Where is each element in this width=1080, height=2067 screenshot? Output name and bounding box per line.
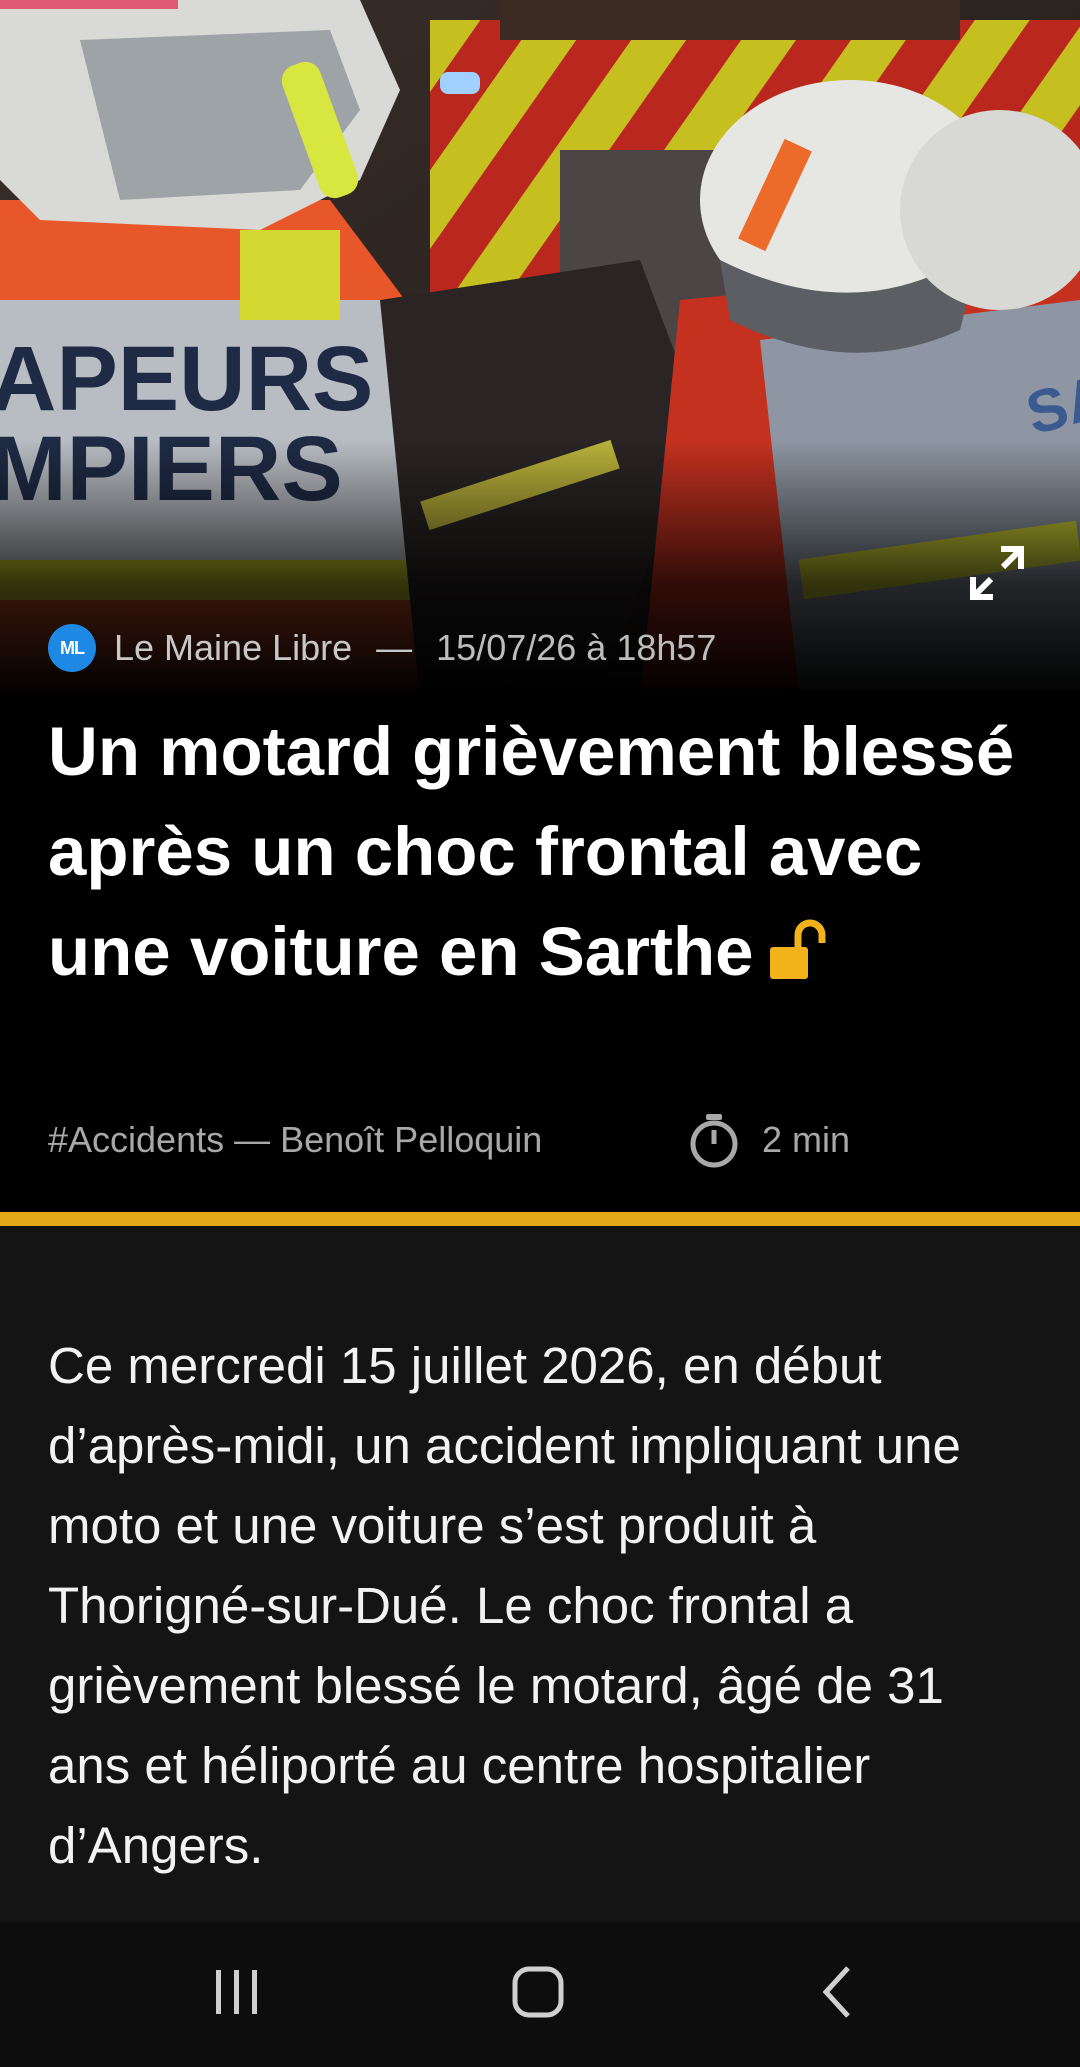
hero-image[interactable]: APEURS MPIERS SAI [0,0,1080,700]
home-icon [512,1966,564,2018]
back-icon [822,1966,850,2018]
stopwatch-icon [690,1114,738,1168]
byline-row: #Accidents — Benoît Pelloquin 2 min [48,1108,1032,1172]
top-indicator [0,0,178,9]
article-screen: APEURS MPIERS SAI [0,0,1080,2067]
article-title: Un motard grièvement blessé après un cho… [48,702,1038,1008]
recent-apps-button[interactable] [186,1952,286,2032]
read-time: 2 min [688,1112,850,1168]
accent-divider [0,1212,1080,1226]
meta-separator: — [376,627,413,668]
source-logo[interactable]: ML [48,624,96,672]
home-button[interactable] [488,1952,588,2032]
recent-apps-icon [216,1970,257,2014]
publish-date: 15/07/26 à 18h57 [436,627,717,668]
article-lead: Ce mercredi 15 juillet 2026, en début d’… [48,1337,961,1874]
svg-text:APEURS: APEURS [0,328,373,430]
article-title-text: Un motard grièvement blessé après un cho… [48,713,1015,990]
read-time-value: 2 min [762,1119,851,1160]
system-navigation-bar [0,1922,1080,2067]
source-name[interactable]: Le Maine Libre [114,627,352,669]
back-button[interactable] [790,1952,890,2032]
unlocked-padlock-icon [768,908,830,1008]
article-body: Ce mercredi 15 juillet 2026, en début d’… [0,1226,1080,1922]
article-meta: ML Le Maine Libre — 15/07/26 à 18h57 [48,620,716,676]
expand-image-button[interactable] [962,538,1032,608]
expand-icon [970,546,1024,600]
category-author-byline[interactable]: #Accidents — Benoît Pelloquin [48,1119,688,1161]
